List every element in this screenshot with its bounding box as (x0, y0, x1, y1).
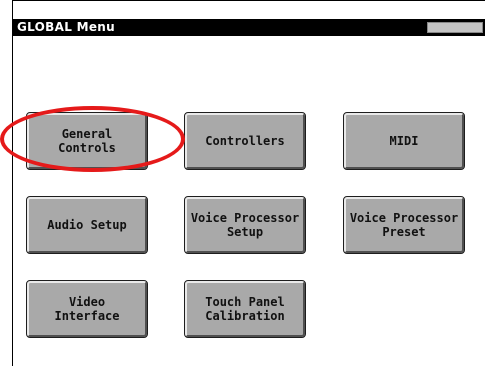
audio-setup-label: Audio Setup (47, 218, 127, 232)
touch-panel-calibration-button[interactable]: Touch Panel Calibration (184, 280, 306, 338)
audio-setup-button[interactable]: Audio Setup (26, 196, 148, 254)
title-bar-indicator (427, 22, 483, 33)
voice-processor-preset-label: Voice Processor Preset (349, 211, 459, 239)
video-interface-label: Video Interface (54, 295, 120, 323)
window-frame-left (12, 0, 13, 366)
controllers-button[interactable]: Controllers (184, 112, 306, 170)
title-bar: GLOBAL Menu (13, 19, 485, 36)
voice-processor-preset-button[interactable]: Voice Processor Preset (343, 196, 465, 254)
general-controls-label: General Controls (58, 127, 116, 155)
general-controls-button[interactable]: General Controls (26, 112, 148, 170)
video-interface-button[interactable]: Video Interface (26, 280, 148, 338)
voice-processor-setup-label: Voice Processor Setup (190, 211, 300, 239)
window-title: GLOBAL Menu (17, 20, 115, 34)
midi-button[interactable]: MIDI (343, 112, 465, 170)
window-frame-top (12, 0, 485, 1)
touch-panel-calibration-label: Touch Panel Calibration (205, 295, 285, 323)
controllers-label: Controllers (205, 134, 285, 148)
midi-label: MIDI (389, 134, 419, 148)
voice-processor-setup-button[interactable]: Voice Processor Setup (184, 196, 306, 254)
